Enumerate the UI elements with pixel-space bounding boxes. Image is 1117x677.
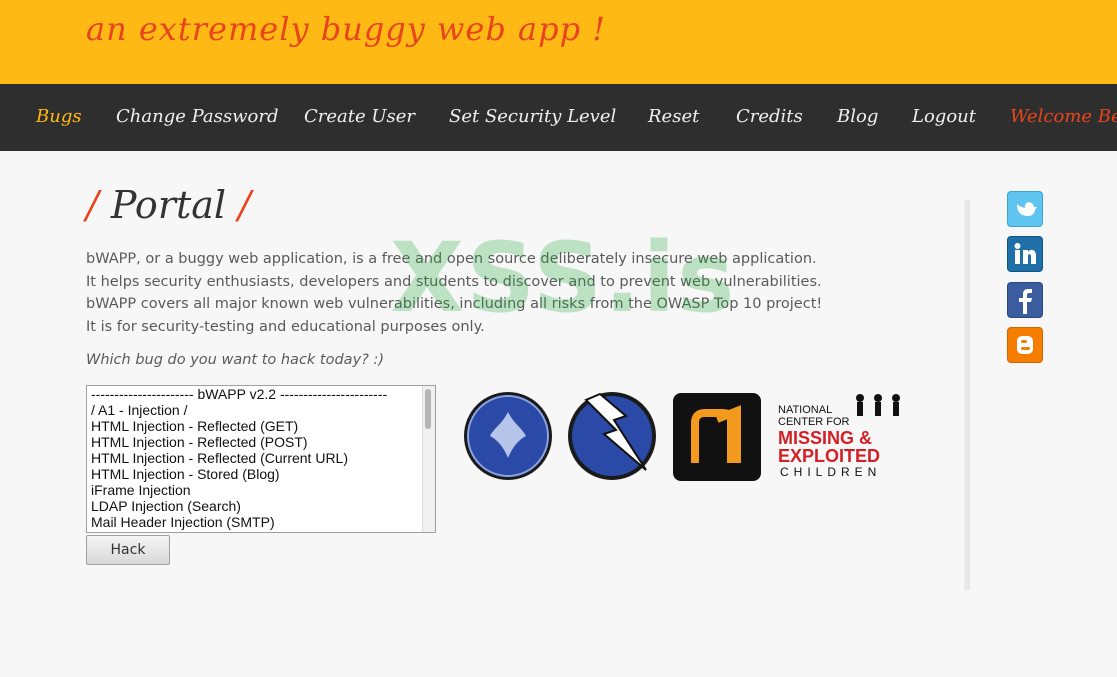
menu-item-bugs[interactable]: Bugs <box>36 106 82 127</box>
site-header: an extremely buggy web app ! <box>0 0 1117 84</box>
ncmec-logo-icon[interactable]: NATIONAL CENTER FOR MISSING & EXPLOITED … <box>776 392 922 480</box>
content-divider <box>964 200 970 590</box>
netsparker-logo-icon[interactable] <box>673 393 761 481</box>
blogger-icon[interactable] <box>1007 327 1043 363</box>
twitter-icon[interactable] <box>1007 191 1043 227</box>
list-item[interactable]: iFrame Injection <box>87 482 435 498</box>
listbox-scrollbar[interactable] <box>422 386 435 532</box>
ncmec-line5: CHILDREN <box>780 465 881 479</box>
bug-listbox[interactable]: ---------------------- bWAPP v2.2 ------… <box>86 385 436 533</box>
title-slash-right: / <box>238 183 251 227</box>
list-item[interactable]: LDAP Injection (Search) <box>87 498 435 514</box>
menu-item-blog[interactable]: Blog <box>837 106 878 127</box>
intro-paragraph-2: It helps security enthusiasts, developer… <box>86 274 822 290</box>
menu-item-welcome: Welcome Be <box>1010 106 1117 127</box>
main-menu: Bugs Change Password Create User Set Sec… <box>0 84 1117 151</box>
ncmec-line4: EXPLOITED <box>778 446 880 466</box>
facebook-icon[interactable] <box>1007 282 1043 318</box>
menu-item-reset[interactable]: Reset <box>648 106 699 127</box>
intro-paragraph-3: bWAPP covers all major known web vulnera… <box>86 296 823 312</box>
scrollbar-thumb[interactable] <box>425 389 431 429</box>
list-item[interactable]: HTML Injection - Reflected (GET) <box>87 418 435 434</box>
list-item[interactable]: Mail Header Injection (SMTP) <box>87 514 435 530</box>
list-item[interactable]: / A1 - Injection / <box>87 402 435 418</box>
zap-logo-icon[interactable] <box>564 390 658 482</box>
list-item[interactable]: HTML Injection - Stored (Blog) <box>87 466 435 482</box>
list-item[interactable]: ---------------------- bWAPP v2.2 ------… <box>87 386 435 402</box>
intro-paragraph-4: It is for security-testing and education… <box>86 319 485 335</box>
menu-item-change-password[interactable]: Change Password <box>116 106 278 127</box>
ncmec-line2: CENTER FOR <box>778 416 850 428</box>
page-title: / Portal / <box>86 183 251 227</box>
menu-item-credits[interactable]: Credits <box>736 106 803 127</box>
owasp-logo-icon[interactable] <box>462 390 554 482</box>
site-slogan: an extremely buggy web app ! <box>86 10 607 48</box>
title-slash-left: / <box>86 183 99 227</box>
menu-item-logout[interactable]: Logout <box>912 106 976 127</box>
title-text: Portal <box>110 183 227 227</box>
menu-item-set-security-level[interactable]: Set Security Level <box>449 106 616 127</box>
linkedin-icon[interactable] <box>1007 236 1043 272</box>
bug-question: Which bug do you want to hack today? :) <box>86 352 384 368</box>
ncmec-line3: MISSING & <box>778 428 872 448</box>
intro-paragraph-1: bWAPP, or a buggy web application, is a … <box>86 251 817 267</box>
list-item[interactable]: HTML Injection - Reflected (Current URL) <box>87 450 435 466</box>
list-item[interactable]: HTML Injection - Reflected (POST) <box>87 434 435 450</box>
hack-button[interactable]: Hack <box>86 535 170 565</box>
menu-item-create-user[interactable]: Create User <box>304 106 415 127</box>
ncmec-line1: NATIONAL <box>778 404 832 416</box>
